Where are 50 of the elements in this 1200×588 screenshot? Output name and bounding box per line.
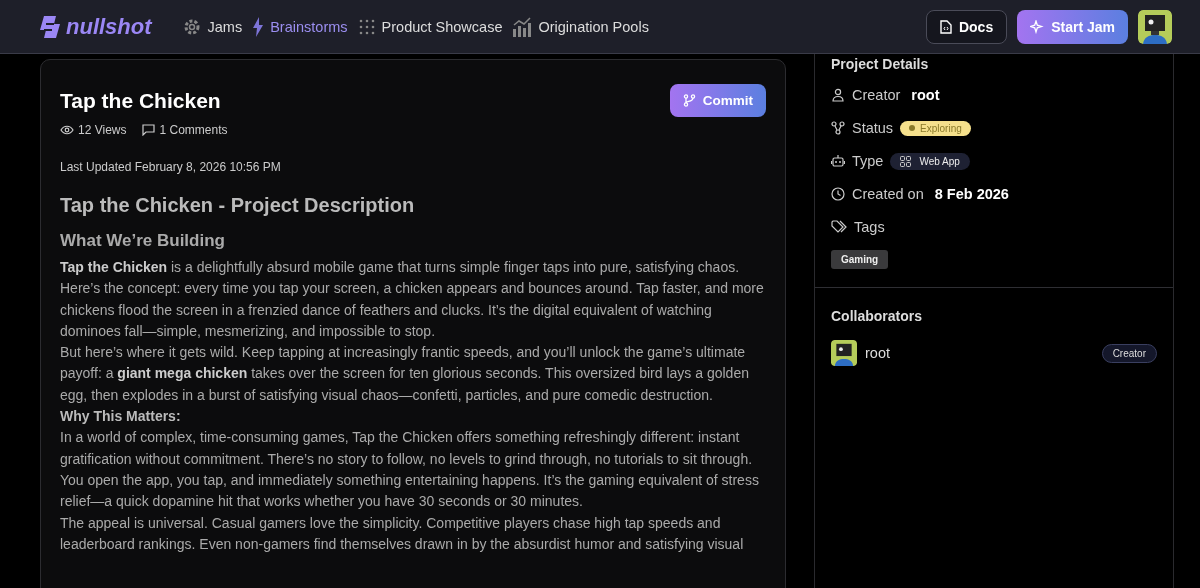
detail-label: Status xyxy=(852,120,894,136)
nav-link[interactable]: Jams xyxy=(181,16,243,37)
sparkle-icon xyxy=(1030,19,1045,34)
nav-link[interactable]: Brainstorms xyxy=(252,16,348,37)
detail-label: Creator xyxy=(852,87,901,103)
tag-chip[interactable]: Gaming xyxy=(831,250,889,269)
docs-button[interactable]: Docs xyxy=(925,9,1008,44)
project-title: Tap the Chicken xyxy=(60,88,221,113)
collaborator-name: root xyxy=(865,345,890,361)
start-jam-button[interactable]: Start Jam xyxy=(1017,9,1128,44)
section-label: Why This Matters: xyxy=(60,407,182,427)
comments-count: 1 Comments xyxy=(142,123,228,137)
detail-label: Type xyxy=(852,153,884,169)
description-paragraph: The appeal is universal. Casual gamers love the simplicity. Competitive players chase high tap speeds and leaderboard rankings. Even non-gamers find themselves drawn in by the absurdist humor and satisfying visual xyxy=(60,513,745,554)
description-heading: Tap the Chicken - Project Description xyxy=(60,194,416,217)
description-paragraph: Tap the Chicken is a delightfully absurd mobile game that turns simple finger taps into pure, satisfying chaos. Here’s the concept: every time you tap your screen, a chicken appears and bounces around. Tap faster, and more chickens flood the screen in a frenzied dance of feathers and clucks. It’s the digital equivalent of watching dominoes fall—simple, mesmerizing, and impossible to stop. xyxy=(60,258,765,341)
nav-link[interactable]: Product Showcase xyxy=(357,16,503,37)
role-badge: Creator xyxy=(1101,343,1157,363)
document-icon xyxy=(939,19,952,34)
user-icon xyxy=(831,88,845,102)
last-updated-text: Last Updated February 8, 2026 10:56 PM xyxy=(60,160,282,174)
tags-icon xyxy=(831,220,847,234)
type-badge: Web App xyxy=(890,152,970,170)
description-paragraph: In a world of complex, time-consuming games, Tap the Chicken offers something refreshingly different: instant gratification without commitment. There’s no story to follow, no levels to grind through, no tutorials to sit through. You open the app, you tap, and immediately something entertaining happens. It’s the gaming equivalent of stress relief—a quick dopamine hit that works whether you have 30 seconds or 30 minutes. xyxy=(60,428,760,512)
grid-icon xyxy=(900,155,912,167)
avatar-icon[interactable] xyxy=(1138,9,1172,44)
status-badge: Exploring xyxy=(900,120,971,136)
clock-icon xyxy=(831,187,845,201)
detail-value: root xyxy=(911,87,940,103)
detail-label: Created on xyxy=(852,186,924,202)
robot-icon xyxy=(831,154,845,168)
bar-chart-icon xyxy=(512,16,533,37)
logo-icon xyxy=(38,13,62,40)
logo-text[interactable]: nullshot xyxy=(66,13,152,40)
views-count: 12 Views xyxy=(60,123,127,137)
dots-grid-icon xyxy=(357,17,376,36)
detail-label: Tags xyxy=(854,219,885,235)
eye-icon xyxy=(60,125,74,135)
section-heading: What We’re Building xyxy=(60,231,226,251)
commit-button[interactable]: Commit xyxy=(669,84,766,117)
avatar-icon xyxy=(831,340,857,366)
detail-value: 8 Feb 2026 xyxy=(934,186,1009,202)
comment-icon xyxy=(142,124,156,136)
description-paragraph: But here’s where it gets wild. Keep tapping at increasingly frantic speeds, and you’ll unlock the game’s ultimate payoff: a giant mega chicken takes over the screen for ten glorious seconds. This oversized bird lays a golden egg, then explodes in a burst of satisfying visual chaos—confetti, particles, and pure comedic destruction. xyxy=(60,343,750,405)
collaborators-heading: Collaborators xyxy=(831,308,923,324)
panel-heading: Project Details xyxy=(831,56,930,72)
branch-icon xyxy=(682,94,696,107)
nav-link[interactable]: Origination Pools xyxy=(512,16,649,37)
lightning-icon xyxy=(252,16,265,37)
nodes-icon xyxy=(831,121,845,135)
